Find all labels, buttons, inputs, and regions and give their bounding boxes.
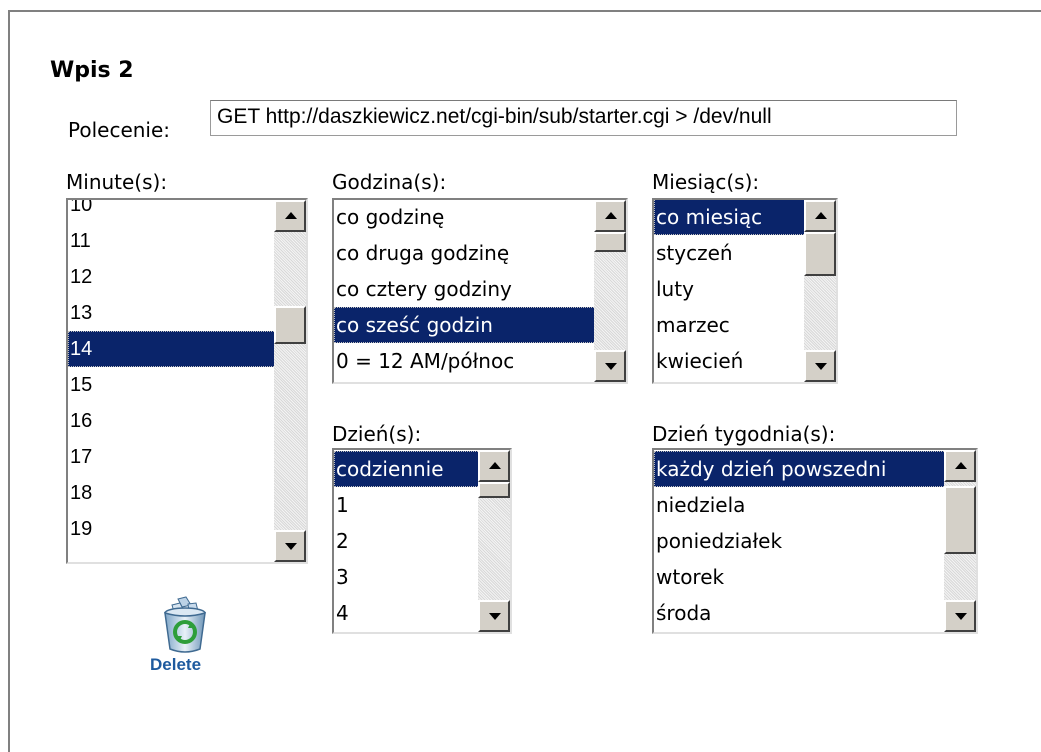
minutes-scrollbar[interactable] [274,200,306,562]
scroll-up-button[interactable] [274,200,306,232]
arrow-up-icon [955,462,967,469]
scroll-down-button[interactable] [944,600,976,632]
scroll-thumb[interactable] [274,306,306,344]
list-item-selected[interactable]: codziennie [334,451,480,487]
arrow-down-icon [815,363,827,370]
scroll-thumb[interactable] [804,232,836,276]
list-item[interactable]: 19 [68,511,276,547]
list-item[interactable]: styczeń [654,235,806,271]
list-item[interactable]: 2 [334,523,480,559]
days-scrollbar[interactable] [478,450,510,632]
weekdays-listbox[interactable]: każdy dzień powszedni niedziela poniedzi… [652,448,978,634]
list-item[interactable]: środa [654,595,946,631]
scroll-thumb[interactable] [944,486,976,554]
list-item[interactable]: 12 [68,259,276,295]
list-item[interactable]: 3 [334,559,480,595]
weekdays-scrollbar[interactable] [944,450,976,632]
hours-label: Godzina(s): [332,170,447,194]
list-item[interactable]: 0 = 12 AM/północ [334,343,596,379]
scroll-thumb[interactable] [594,232,626,252]
command-label: Polecenie: [68,118,171,142]
arrow-down-icon [605,363,617,370]
arrow-up-icon [605,212,617,219]
list-item-selected[interactable]: 14 [68,331,276,367]
list-item[interactable]: 16 [68,403,276,439]
months-scrollbar[interactable] [804,200,836,382]
scroll-down-button[interactable] [274,530,306,562]
weekdays-label: Dzień tygodnia(s): [652,422,836,446]
list-item[interactable]: 1 [334,487,480,523]
hours-scrollbar[interactable] [594,200,626,382]
scroll-down-button[interactable] [804,350,836,382]
minutes-listbox[interactable]: 10 11 12 13 14 15 16 17 18 19 [66,198,308,564]
scroll-down-button[interactable] [478,600,510,632]
arrow-down-icon [285,543,297,550]
scroll-up-button[interactable] [594,200,626,232]
recycle-bin-icon[interactable] [160,595,210,653]
list-item-selected[interactable]: każdy dzień powszedni [654,451,946,487]
list-item[interactable]: 18 [68,475,276,511]
list-item[interactable]: 17 [68,439,276,475]
arrow-down-icon [955,613,967,620]
list-item[interactable]: 4 [334,595,480,631]
scroll-thumb[interactable] [478,482,510,498]
arrow-up-icon [285,212,297,219]
days-listbox[interactable]: codziennie 1 2 3 4 [332,448,512,634]
delete-label[interactable]: Delete [150,655,201,675]
list-item[interactable]: niedziela [654,487,946,523]
list-item[interactable]: co cztery godziny [334,271,596,307]
list-item[interactable]: marzec [654,307,806,343]
scroll-up-button[interactable] [804,200,836,232]
minutes-label: Minute(s): [66,170,168,194]
command-input[interactable]: GET http://daszkiewicz.net/cgi-bin/sub/s… [210,100,957,136]
list-item[interactable]: 10 [68,200,276,223]
scroll-up-button[interactable] [478,450,510,482]
months-label: Miesiąc(s): [652,170,760,194]
list-item[interactable]: 15 [68,367,276,403]
scroll-up-button[interactable] [944,450,976,482]
arrow-up-icon [815,212,827,219]
arrow-up-icon [489,462,501,469]
scroll-down-button[interactable] [594,350,626,382]
list-item[interactable]: wtorek [654,559,946,595]
list-item[interactable]: 13 [68,295,276,331]
hours-listbox[interactable]: co godzinę co druga godzinę co cztery go… [332,198,628,384]
list-item[interactable]: co godzinę [334,200,596,235]
entry-title: Wpis 2 [50,58,134,83]
list-item[interactable]: 11 [68,223,276,259]
list-item[interactable]: kwiecień [654,343,806,379]
months-listbox[interactable]: co miesiąc styczeń luty marzec kwiecień [652,198,838,384]
days-label: Dzień(s): [332,422,422,446]
recycle-bin-icon-graphic [164,596,206,653]
list-item[interactable]: luty [654,271,806,307]
list-item[interactable]: co druga godzinę [334,235,596,271]
list-item[interactable]: poniedziałek [654,523,946,559]
list-item-selected[interactable]: co miesiąc [654,200,806,235]
list-item-selected[interactable]: co sześć godzin [334,307,596,343]
arrow-down-icon [489,613,501,620]
list-item[interactable] [68,547,276,562]
